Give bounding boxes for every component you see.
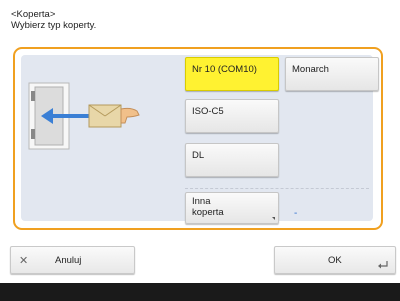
status-bar — [0, 283, 400, 301]
envelope-options-area: Nr 10 (COM10) Monarch ISO-C5 DL Inna kop… — [21, 55, 379, 224]
envelope-other-value: - — [294, 208, 298, 219]
screen-title: <Koperta> — [11, 9, 56, 20]
separator-line — [185, 188, 369, 189]
close-icon: ✕ — [19, 255, 29, 267]
screen-instruction: Wybierz typ koperty. — [11, 20, 97, 31]
ok-label: OK — [328, 255, 342, 266]
cancel-button[interactable]: ✕ Anuluj — [10, 246, 135, 274]
envelope-feed-illustration — [28, 82, 140, 150]
envelope-other-label-line1: Inna — [192, 196, 211, 207]
envelope-other-button[interactable]: Inna koperta — [185, 192, 279, 224]
envelope-nr10-button[interactable]: Nr 10 (COM10) — [185, 57, 279, 91]
enter-icon — [378, 261, 388, 269]
envelope-dl-label: DL — [192, 150, 205, 161]
screen-header: <Koperta> Wybierz typ koperty. — [11, 9, 96, 31]
envelope-monarch-button[interactable]: Monarch — [285, 57, 379, 91]
envelope-selection-panel: Nr 10 (COM10) Monarch ISO-C5 DL Inna kop… — [13, 47, 383, 230]
envelope-iso-c5-label: ISO-C5 — [192, 106, 224, 117]
envelope-iso-c5-button[interactable]: ISO-C5 — [185, 99, 279, 133]
envelope-monarch-label: Monarch — [292, 64, 329, 75]
envelope-nr10-label: Nr 10 (COM10) — [192, 64, 257, 75]
envelope-dl-button[interactable]: DL — [185, 143, 279, 177]
ok-button[interactable]: OK — [274, 246, 396, 274]
envelope-other-label-line2: koperta — [192, 207, 224, 218]
cancel-label: Anuluj — [55, 255, 82, 266]
submenu-indicator-icon — [272, 217, 275, 220]
